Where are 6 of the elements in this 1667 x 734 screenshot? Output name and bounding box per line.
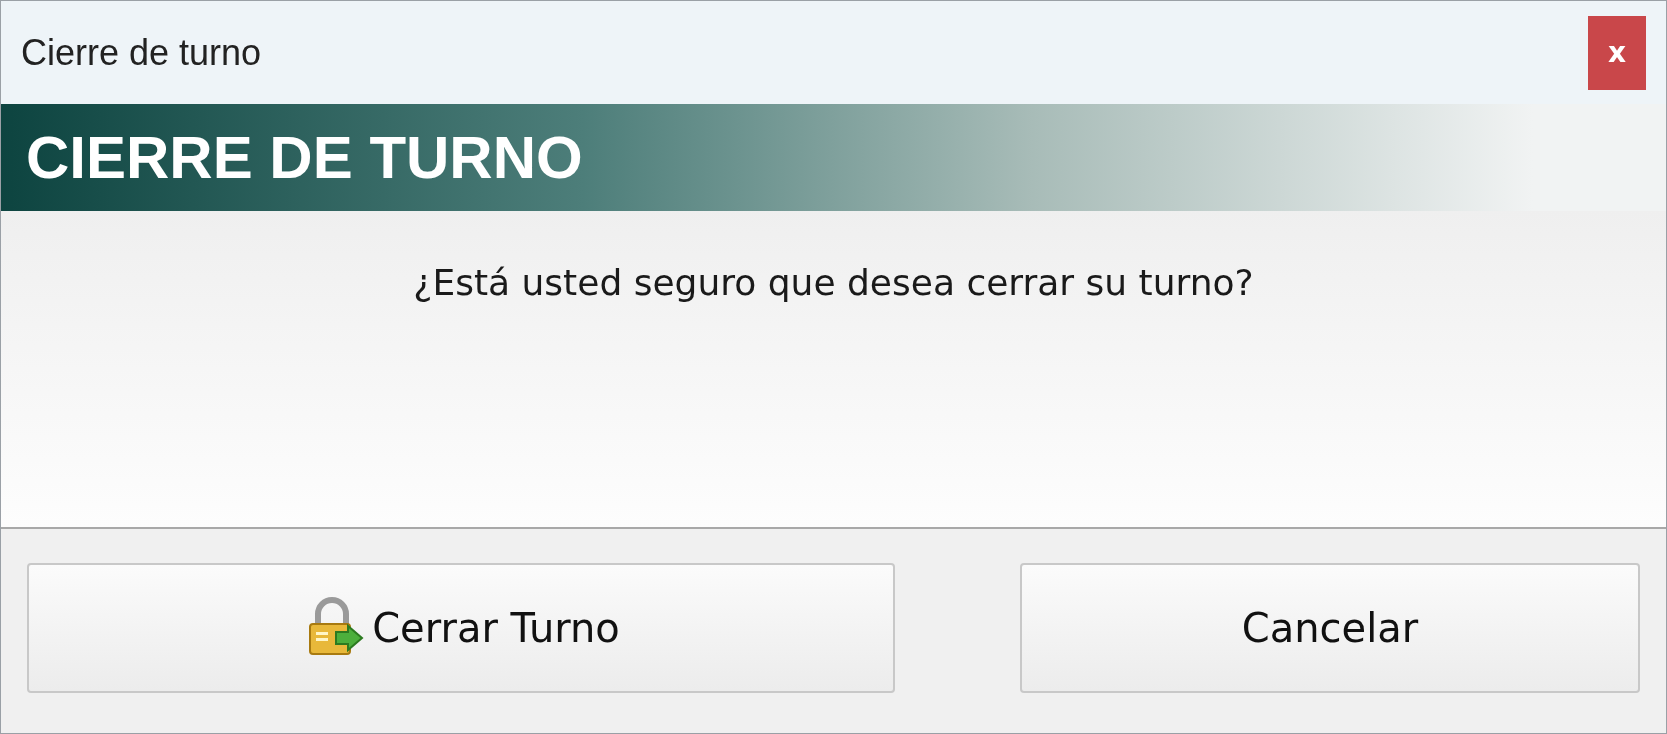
close-button[interactable]: x xyxy=(1588,15,1646,90)
window-title: Cierre de turno xyxy=(21,30,262,75)
cancel-button[interactable]: Cancelar xyxy=(1020,563,1640,693)
header-title: CIERRE DE TURNO xyxy=(26,122,583,193)
close-shift-button[interactable]: Cerrar Turno xyxy=(27,563,895,693)
confirmation-message: ¿Está usted seguro que desea cerrar su turno? xyxy=(413,261,1254,305)
